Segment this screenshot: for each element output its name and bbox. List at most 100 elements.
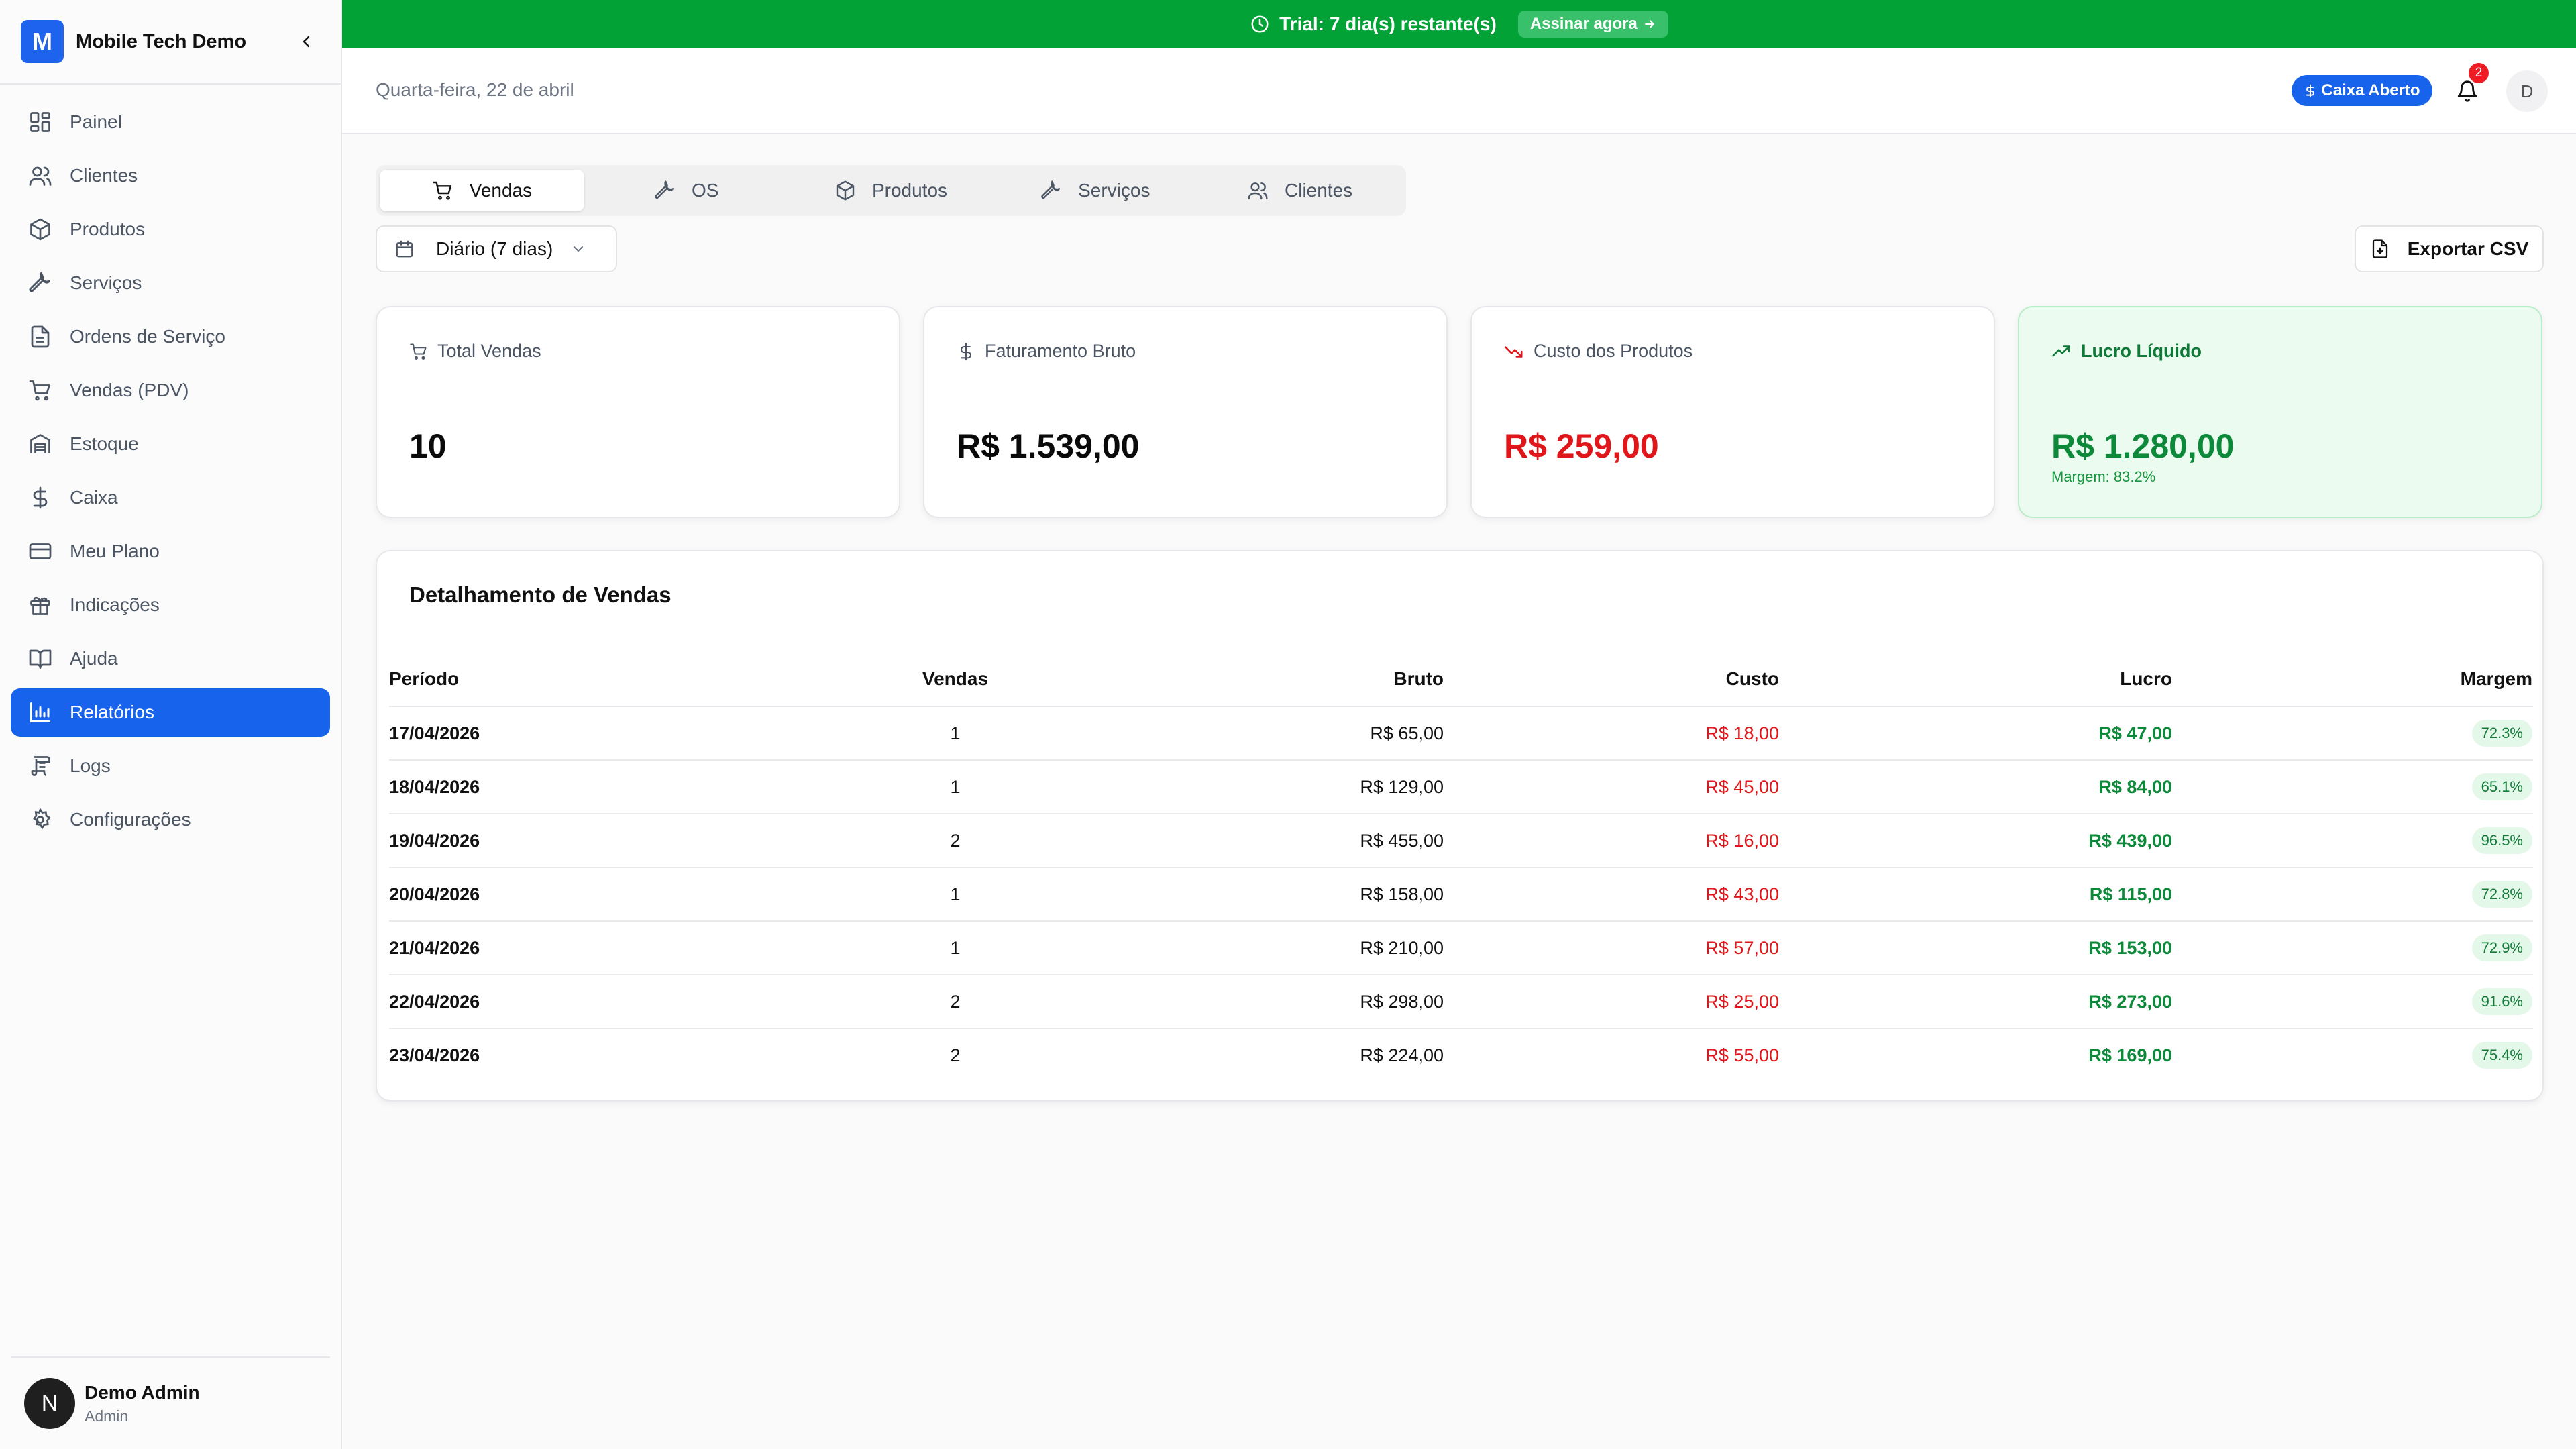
- user-profile[interactable]: N Demo Admin Admin: [11, 1356, 330, 1449]
- margin-badge: 72.3%: [2471, 720, 2532, 747]
- card-value: R$ 259,00: [1504, 427, 1659, 465]
- table-row: 21/04/2026 1 R$ 210,00 R$ 57,00 R$ 153,0…: [389, 921, 2533, 975]
- card-header: Lucro Líquido: [2051, 341, 2202, 362]
- cell-custo: R$ 43,00: [1444, 867, 1780, 922]
- tab-label: Serviços: [1078, 180, 1150, 201]
- cell-lucro: R$ 439,00: [1780, 814, 2173, 868]
- cell-bruto: R$ 455,00: [1051, 814, 1444, 868]
- subscribe-label: Assinar agora: [1529, 15, 1638, 33]
- sidebar-item-estoque[interactable]: Estoque: [11, 420, 330, 468]
- cell-periodo: 18/04/2026: [389, 760, 859, 814]
- sidebar-item-label: Estoque: [70, 433, 139, 454]
- sidebar-item-caixa[interactable]: Caixa: [11, 474, 330, 522]
- column-header-margem[interactable]: Margem: [2173, 652, 2533, 707]
- table-row: 19/04/2026 2 R$ 455,00 R$ 16,00 R$ 439,0…: [389, 814, 2533, 868]
- sidebar-item-label: Vendas (PDV): [70, 380, 189, 400]
- card-label: Lucro Líquido: [2081, 341, 2202, 361]
- wrench-icon: [655, 180, 674, 199]
- tab-clientes[interactable]: Clientes: [1197, 170, 1402, 211]
- tab-os[interactable]: OS: [584, 170, 789, 211]
- margin-badge: 96.5%: [2471, 827, 2532, 854]
- sidebar-item-label: Clientes: [70, 165, 138, 186]
- subscribe-button[interactable]: Assinar agora: [1517, 11, 1668, 38]
- sidebar-item-servicos[interactable]: Serviços: [11, 259, 330, 307]
- trending-up-icon: [2052, 345, 2070, 356]
- margin-badge: 72.9%: [2471, 934, 2532, 961]
- sidebar-item-label: Configurações: [70, 809, 191, 830]
- collapse-sidebar-button[interactable]: [293, 28, 320, 55]
- credit-card-icon: [27, 538, 54, 565]
- sidebar-item-label: Caixa: [70, 487, 118, 508]
- cell-margem: 96.5%: [2173, 814, 2533, 868]
- book-icon: [27, 645, 54, 672]
- sidebar-item-vendas-pdv[interactable]: Vendas (PDV): [11, 366, 330, 415]
- bell-icon: [2457, 80, 2477, 102]
- chevron-down-icon: [570, 241, 586, 257]
- table-row: 18/04/2026 1 R$ 129,00 R$ 45,00 R$ 84,00…: [389, 760, 2533, 814]
- column-header-custo[interactable]: Custo: [1444, 652, 1780, 707]
- sidebar-item-relatorios[interactable]: Relatórios: [11, 688, 330, 737]
- tab-produtos[interactable]: Produtos: [789, 170, 994, 211]
- sidebar-item-logs[interactable]: Logs: [11, 742, 330, 790]
- sidebar-item-label: Ajuda: [70, 648, 118, 669]
- cell-vendas: 1: [859, 867, 1051, 922]
- sidebar-item-meu-plano[interactable]: Meu Plano: [11, 527, 330, 576]
- sidebar-item-indicacoes[interactable]: Indicações: [11, 581, 330, 629]
- brand-name: Mobile Tech Demo: [76, 30, 247, 52]
- card-value: R$ 1.280,00: [2051, 427, 2235, 465]
- period-select[interactable]: Diário (7 dias): [376, 225, 617, 272]
- export-csv-button[interactable]: Exportar CSV: [2355, 225, 2544, 272]
- sidebar: M Mobile Tech Demo Painel Clientes Produ…: [0, 0, 342, 1449]
- cell-vendas: 2: [859, 814, 1051, 868]
- shopping-cart-icon: [433, 181, 451, 200]
- cell-margem: 72.8%: [2173, 867, 2533, 922]
- file-download-icon: [2372, 239, 2387, 258]
- table-row: 22/04/2026 2 R$ 298,00 R$ 25,00 R$ 273,0…: [389, 975, 2533, 1029]
- avatar: N: [24, 1378, 75, 1429]
- table-row: 20/04/2026 1 R$ 158,00 R$ 43,00 R$ 115,0…: [389, 867, 2533, 922]
- sidebar-item-produtos[interactable]: Produtos: [11, 205, 330, 254]
- caixa-status-badge[interactable]: Caixa Aberto: [2292, 75, 2432, 106]
- cell-lucro: R$ 169,00: [2088, 1044, 2172, 1065]
- tab-servicos[interactable]: Serviços: [993, 170, 1197, 211]
- cell-periodo: 21/04/2026: [389, 921, 859, 975]
- column-header-vendas[interactable]: Vendas: [859, 652, 1051, 707]
- card-header: Faturamento Bruto: [957, 341, 1136, 362]
- column-header-periodo[interactable]: Período: [389, 652, 859, 707]
- tab-vendas[interactable]: Vendas: [380, 170, 584, 211]
- sidebar-item-clientes[interactable]: Clientes: [11, 152, 330, 200]
- cell-lucro: R$ 47,00: [1780, 706, 2173, 761]
- cell-vendas: 1: [859, 706, 1051, 761]
- brand-logo: M: [21, 20, 64, 63]
- current-date: Quarta-feira, 22 de abril: [376, 79, 574, 100]
- sidebar-item-label: Logs: [70, 755, 111, 776]
- bar-chart-icon: [27, 699, 54, 726]
- margin-badge: 65.1%: [2471, 773, 2532, 800]
- cell-margem: 75.4%: [2173, 1028, 2533, 1081]
- cell-custo: R$ 18,00: [1444, 706, 1780, 761]
- table-row: 17/04/2026 1 R$ 65,00 R$ 18,00 R$ 47,00 …: [389, 706, 2533, 761]
- total-vendas-card: Total Vendas 10: [376, 306, 900, 518]
- sidebar-item-ordens-servico[interactable]: Ordens de Serviço: [11, 313, 330, 361]
- sidebar-item-painel[interactable]: Painel: [11, 98, 330, 146]
- column-header-bruto[interactable]: Bruto: [1051, 652, 1444, 707]
- margin-badge: 72.8%: [2471, 881, 2532, 908]
- report-tabs: Vendas OS Produtos Serviços Clientes: [376, 165, 1406, 216]
- sidebar-item-label: Indicações: [70, 594, 160, 615]
- cell-bruto: R$ 129,00: [1051, 760, 1444, 814]
- cell-bruto: R$ 65,00: [1051, 706, 1444, 761]
- tab-label: Clientes: [1285, 180, 1353, 201]
- column-header-lucro[interactable]: Lucro: [1780, 652, 2173, 707]
- tab-label: OS: [691, 180, 719, 201]
- cell-vendas: 1: [859, 921, 1051, 975]
- card-value: R$ 1.539,00: [957, 427, 1140, 465]
- scroll-icon: [27, 753, 54, 780]
- warehouse-icon: [27, 431, 54, 458]
- user-name: Demo Admin: [85, 1381, 200, 1403]
- card-label: Total Vendas: [437, 341, 541, 361]
- sidebar-item-ajuda[interactable]: Ajuda: [11, 635, 330, 683]
- cell-margem: 72.9%: [2173, 921, 2533, 975]
- user-avatar-button[interactable]: D: [2506, 70, 2548, 112]
- user-role: Admin: [85, 1407, 129, 1425]
- sidebar-item-configuracoes[interactable]: Configurações: [11, 796, 330, 844]
